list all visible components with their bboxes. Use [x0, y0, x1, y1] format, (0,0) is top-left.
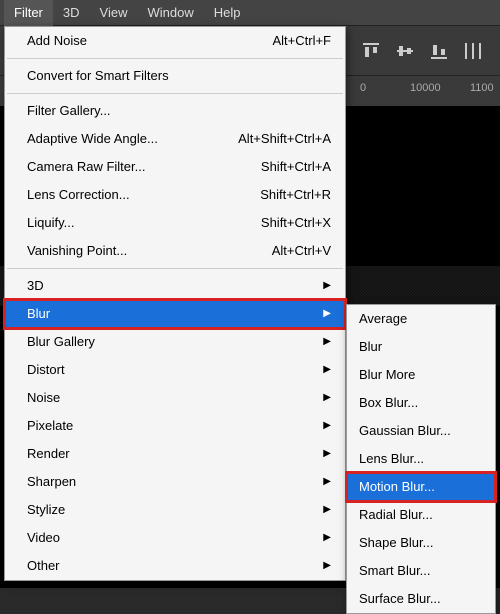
- menubar-view[interactable]: View: [90, 0, 138, 26]
- submenu-arrow-icon: ▶: [321, 360, 331, 380]
- submenu-item-lens-blur[interactable]: Lens Blur...: [347, 445, 495, 473]
- menu-item-label: Lens Correction...: [27, 185, 211, 205]
- submenu-arrow-icon: ▶: [321, 276, 331, 296]
- menu-item-label: Adaptive Wide Angle...: [27, 129, 211, 149]
- menu-item-liquify[interactable]: Liquify...Shift+Ctrl+X: [5, 209, 345, 237]
- ruler-mark: 0: [360, 82, 366, 94]
- submenu-arrow-icon: ▶: [321, 444, 331, 464]
- submenu-arrow-icon: ▶: [321, 388, 331, 408]
- menu-item-stylize[interactable]: Stylize▶: [5, 496, 345, 524]
- menu-item-label: Noise: [27, 388, 321, 408]
- menu-item-shortcut: Shift+Ctrl+X: [211, 213, 331, 233]
- menu-item-label: Liquify...: [27, 213, 211, 233]
- align-top-icon[interactable]: [360, 40, 382, 62]
- menu-item-filter-gallery[interactable]: Filter Gallery...: [5, 97, 345, 125]
- menubar-window[interactable]: Window: [137, 0, 203, 26]
- menubar-3d[interactable]: 3D: [53, 0, 90, 26]
- menu-item-noise[interactable]: Noise▶: [5, 384, 345, 412]
- menu-item-label: Sharpen: [27, 472, 321, 492]
- menu-item-add-noise[interactable]: Add NoiseAlt+Ctrl+F: [5, 27, 345, 55]
- menu-item-blur[interactable]: Blur▶: [5, 300, 345, 328]
- menu-item-label: Video: [27, 528, 321, 548]
- submenu-arrow-icon: ▶: [321, 332, 331, 352]
- menu-item-adaptive-wide-angle[interactable]: Adaptive Wide Angle...Alt+Shift+Ctrl+A: [5, 125, 345, 153]
- menu-item-label: Other: [27, 556, 321, 576]
- menu-item-other[interactable]: Other▶: [5, 552, 345, 580]
- menu-item-shortcut: Shift+Ctrl+R: [211, 185, 331, 205]
- filter-menu: Add NoiseAlt+Ctrl+F Convert for Smart Fil…: [4, 26, 346, 581]
- submenu-item-surface-blur[interactable]: Surface Blur...: [347, 585, 495, 613]
- menu-item-shortcut: Alt+Ctrl+F: [211, 31, 331, 51]
- ruler-mark: 10000: [410, 82, 441, 94]
- menu-item-label: Vanishing Point...: [27, 241, 211, 261]
- menu-separator: [7, 93, 343, 94]
- menu-item-label: Pixelate: [27, 416, 321, 436]
- menu-item-pixelate[interactable]: Pixelate▶: [5, 412, 345, 440]
- submenu-arrow-icon: ▶: [321, 416, 331, 436]
- menu-item-label: Render: [27, 444, 321, 464]
- submenu-arrow-icon: ▶: [321, 528, 331, 548]
- menubar-filter[interactable]: Filter: [4, 0, 53, 26]
- submenu-arrow-icon: ▶: [321, 472, 331, 492]
- submenu-arrow-icon: ▶: [321, 304, 331, 324]
- menu-item-distort[interactable]: Distort▶: [5, 356, 345, 384]
- menubar: Filter 3D View Window Help: [0, 0, 500, 26]
- submenu-item-blur[interactable]: Blur: [347, 333, 495, 361]
- menu-item-label: Stylize: [27, 500, 321, 520]
- submenu-arrow-icon: ▶: [321, 500, 331, 520]
- menu-item-sharpen[interactable]: Sharpen▶: [5, 468, 345, 496]
- menubar-help[interactable]: Help: [204, 0, 251, 26]
- menu-item-camera-raw-filter[interactable]: Camera Raw Filter...Shift+Ctrl+A: [5, 153, 345, 181]
- submenu-item-shape-blur[interactable]: Shape Blur...: [347, 529, 495, 557]
- menu-item-3d[interactable]: 3D▶: [5, 272, 345, 300]
- menu-item-label: Blur Gallery: [27, 332, 321, 352]
- menu-item-shortcut: Alt+Ctrl+V: [211, 241, 331, 261]
- menu-item-label: Filter Gallery...: [27, 101, 331, 121]
- align-bottom-icon[interactable]: [428, 40, 450, 62]
- menu-item-video[interactable]: Video▶: [5, 524, 345, 552]
- align-middle-icon[interactable]: [394, 40, 416, 62]
- menu-separator: [7, 58, 343, 59]
- submenu-item-box-blur[interactable]: Box Blur...: [347, 389, 495, 417]
- menu-item-convert-for-smart-filters[interactable]: Convert for Smart Filters: [5, 62, 345, 90]
- menu-item-render[interactable]: Render▶: [5, 440, 345, 468]
- menu-item-shortcut: Alt+Shift+Ctrl+A: [211, 129, 331, 149]
- menu-item-label: Distort: [27, 360, 321, 380]
- blur-submenu: AverageBlurBlur MoreBox Blur...Gaussian …: [346, 304, 496, 614]
- menu-item-blur-gallery[interactable]: Blur Gallery▶: [5, 328, 345, 356]
- submenu-item-gaussian-blur[interactable]: Gaussian Blur...: [347, 417, 495, 445]
- menu-separator: [7, 268, 343, 269]
- menu-item-label: Camera Raw Filter...: [27, 157, 211, 177]
- menu-item-shortcut: Shift+Ctrl+A: [211, 157, 331, 177]
- submenu-item-average[interactable]: Average: [347, 305, 495, 333]
- submenu-item-blur-more[interactable]: Blur More: [347, 361, 495, 389]
- submenu-item-smart-blur[interactable]: Smart Blur...: [347, 557, 495, 585]
- menu-item-label: Convert for Smart Filters: [27, 66, 331, 86]
- submenu-item-radial-blur[interactable]: Radial Blur...: [347, 501, 495, 529]
- menu-item-vanishing-point[interactable]: Vanishing Point...Alt+Ctrl+V: [5, 237, 345, 265]
- submenu-item-motion-blur[interactable]: Motion Blur...: [347, 473, 495, 501]
- menu-item-label: Add Noise: [27, 31, 211, 51]
- distribute-icon[interactable]: [462, 40, 484, 62]
- ruler-mark: 1100: [470, 82, 494, 94]
- submenu-arrow-icon: ▶: [321, 556, 331, 576]
- menu-item-label: Blur: [27, 304, 321, 324]
- menu-item-label: 3D: [27, 276, 321, 296]
- menu-item-lens-correction[interactable]: Lens Correction...Shift+Ctrl+R: [5, 181, 345, 209]
